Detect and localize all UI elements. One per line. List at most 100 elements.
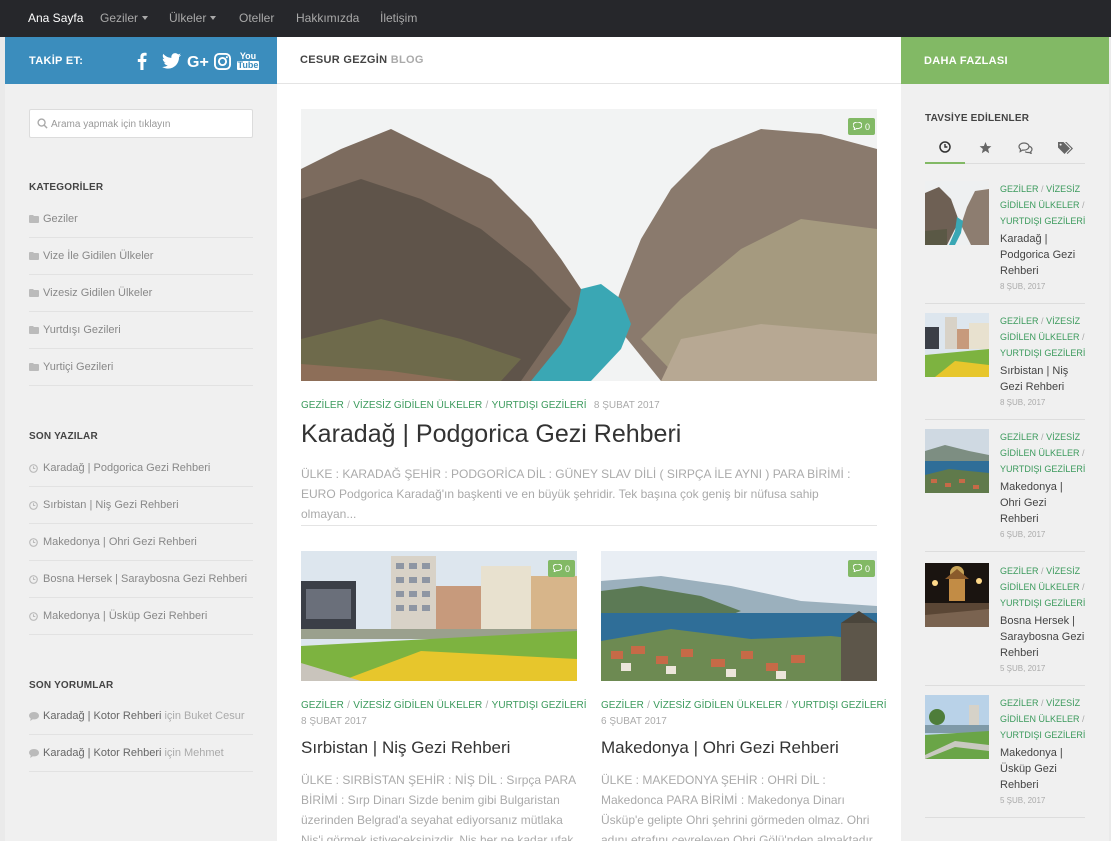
comment-icon: [852, 563, 863, 574]
nav-item-ana-sayfa[interactable]: Ana Sayfa: [28, 11, 83, 25]
category-link[interactable]: YURTDIŞI GEZİLERİ: [1000, 216, 1085, 226]
recommended-title-link[interactable]: Sırbistan | Niş Gezi Rehberi: [1000, 363, 1086, 395]
instagram-icon[interactable]: [213, 51, 231, 71]
nav-item-oteller[interactable]: Oteller: [239, 11, 274, 25]
recent-posts-title: SON YAZILAR: [29, 431, 98, 442]
recommended-title-link[interactable]: Karadağ | Podgorica Gezi Rehberi: [1000, 231, 1086, 279]
caret-down-icon: [210, 16, 217, 20]
nav-item-hakkimizda[interactable]: Hakkımızda: [296, 11, 359, 25]
nav-item-label: Ülkeler: [169, 11, 207, 25]
nav-item-iletisim[interactable]: İletişim: [380, 11, 417, 25]
recommended-thumb[interactable]: [925, 695, 989, 759]
recent-post-item[interactable]: Makedonya | Ohri Gezi Rehberi: [29, 524, 253, 561]
separator: /: [1041, 566, 1044, 576]
recent-post-label: Bosna Hersek | Saraybosna Gezi Rehberi: [43, 573, 248, 585]
comment-count: 0: [865, 563, 871, 574]
category-link[interactable]: GEZİLER: [601, 700, 644, 711]
recommended-title-link[interactable]: Bosna Hersek | Saraybosna Gezi Rehberi: [1000, 613, 1086, 661]
recommended-categories: GEZİLER / VİZESİZ GİDİLEN ÜLKELER / YURT…: [1000, 563, 1086, 611]
category-link[interactable]: VİZESİZ GİDİLEN ÜLKELER: [653, 700, 782, 711]
recommended-categories: GEZİLER / VİZESİZ GİDİLEN ÜLKELER / YURT…: [1000, 695, 1086, 743]
twitter-icon[interactable]: [160, 51, 182, 71]
comments-icon: [1017, 141, 1033, 157]
tab-popular[interactable]: [965, 134, 1005, 164]
category-link[interactable]: YURTDIŞI GEZİLERİ: [1000, 730, 1085, 740]
category-link[interactable]: YURTDIŞI GEZİLERİ: [792, 700, 887, 711]
clock-icon: [29, 537, 43, 547]
comment-post-link[interactable]: Karadağ | Kotor Rehberi: [43, 710, 161, 722]
more-bar[interactable]: DAHA FAZLASI: [901, 37, 1109, 84]
category-link[interactable]: GEZİLER: [301, 400, 344, 411]
post-title[interactable]: Makedonya | Ohri Gezi Rehberi: [601, 738, 839, 758]
recommended-thumb[interactable]: [925, 181, 989, 245]
post-excerpt: ÜLKE : MAKEDONYA ŞEHİR : OHRİ DİL : Make…: [601, 773, 876, 841]
post-image[interactable]: [301, 551, 577, 681]
separator: /: [485, 700, 489, 711]
category-link[interactable]: YURTDIŞI GEZİLERİ: [1000, 464, 1085, 474]
tab-recent[interactable]: [925, 134, 965, 164]
category-link[interactable]: GEZİLER: [1000, 432, 1039, 442]
comment-connector: için: [164, 710, 181, 722]
recommended-thumb[interactable]: [925, 563, 989, 627]
search-icon: [37, 118, 48, 132]
recent-post-item[interactable]: Bosna Hersek | Saraybosna Gezi Rehberi: [29, 561, 253, 598]
separator: /: [647, 700, 650, 711]
recent-post-item[interactable]: Sırbistan | Niş Gezi Rehberi: [29, 487, 253, 524]
facebook-icon[interactable]: [135, 51, 149, 71]
featured-post-title[interactable]: Karadağ | Podgorica Gezi Rehberi: [301, 420, 681, 449]
post-image[interactable]: [601, 551, 877, 681]
more-label: DAHA FAZLASI: [924, 55, 1008, 67]
recommended-tabs: [925, 134, 1085, 164]
category-link[interactable]: GEZİLER: [1000, 316, 1039, 326]
category-link[interactable]: GEZİLER: [1000, 184, 1039, 194]
category-link[interactable]: YURTDIŞI GEZİLERİ: [1000, 348, 1085, 358]
divider: [301, 525, 877, 526]
recent-post-item[interactable]: Karadağ | Podgorica Gezi Rehberi: [29, 450, 253, 487]
caret-down-icon: [142, 16, 149, 20]
comment-count-badge[interactable]: 0: [848, 560, 876, 577]
blog-title[interactable]: CESUR GEZGİN BLOG: [300, 54, 424, 66]
recommended-thumb[interactable]: [925, 429, 989, 493]
divider: [925, 419, 1085, 420]
post-title[interactable]: Sırbistan | Niş Gezi Rehberi: [301, 738, 510, 758]
category-link[interactable]: YURTDIŞI GEZİLERİ: [1000, 598, 1085, 608]
recent-comments-list: Karadağ | Kotor Rehberi için Buket Cesur…: [29, 698, 253, 772]
category-label: Vizesiz Gidilen Ülkeler: [43, 287, 153, 299]
recent-post-label: Makedonya | Ohri Gezi Rehberi: [43, 536, 197, 548]
nav-item-geziler[interactable]: Geziler: [100, 11, 149, 25]
category-link[interactable]: YURTDIŞI GEZİLERİ: [492, 400, 587, 411]
tab-tags[interactable]: [1045, 134, 1085, 164]
category-link[interactable]: GEZİLER: [301, 700, 344, 711]
comment-post-link[interactable]: Karadağ | Kotor Rehberi: [43, 747, 161, 759]
recommended-title-link[interactable]: Makedonya | Ohri Gezi Rehberi: [1000, 479, 1086, 527]
category-link[interactable]: GEZİLER: [1000, 698, 1039, 708]
comment-icon: [552, 563, 563, 574]
comment-count-badge[interactable]: 0: [848, 118, 876, 135]
separator: /: [1041, 316, 1044, 326]
category-item[interactable]: Geziler: [29, 201, 253, 238]
category-link[interactable]: YURTDIŞI GEZİLERİ: [492, 700, 587, 711]
category-item[interactable]: Vize İle Gidilen Ülkeler: [29, 238, 253, 275]
clock-icon: [29, 574, 43, 584]
tab-comments[interactable]: [1005, 134, 1045, 164]
featured-post-image[interactable]: [301, 109, 877, 381]
category-link[interactable]: GEZİLER: [1000, 566, 1039, 576]
search-input[interactable]: [51, 114, 247, 134]
category-item[interactable]: Yurtiçi Gezileri: [29, 349, 253, 386]
google-plus-icon[interactable]: G+: [187, 51, 213, 71]
category-link[interactable]: VİZESİZ GİDİLEN ÜLKELER: [353, 400, 482, 411]
youtube-icon[interactable]: You Tube: [236, 51, 260, 71]
recent-post-item[interactable]: Makedonya | Üsküp Gezi Rehberi: [29, 598, 253, 635]
recommended-title-link[interactable]: Makedonya | Üsküp Gezi Rehberi: [1000, 745, 1086, 793]
nav-item-ulkeler[interactable]: Ülkeler: [169, 11, 217, 25]
comment-count-badge[interactable]: 0: [548, 560, 576, 577]
category-item[interactable]: Vizesiz Gidilen Ülkeler: [29, 275, 253, 312]
recommended-thumb[interactable]: [925, 313, 989, 377]
recommended-item: GEZİLER / VİZESİZ GİDİLEN ÜLKELER / YURT…: [925, 181, 1086, 304]
category-link[interactable]: VİZESİZ GİDİLEN ÜLKELER: [353, 700, 482, 711]
category-item[interactable]: Yurtdışı Gezileri: [29, 312, 253, 349]
clock-icon: [29, 500, 43, 510]
separator: /: [1082, 714, 1085, 724]
separator: /: [1041, 184, 1044, 194]
comment-author: Buket Cesur: [183, 710, 245, 722]
